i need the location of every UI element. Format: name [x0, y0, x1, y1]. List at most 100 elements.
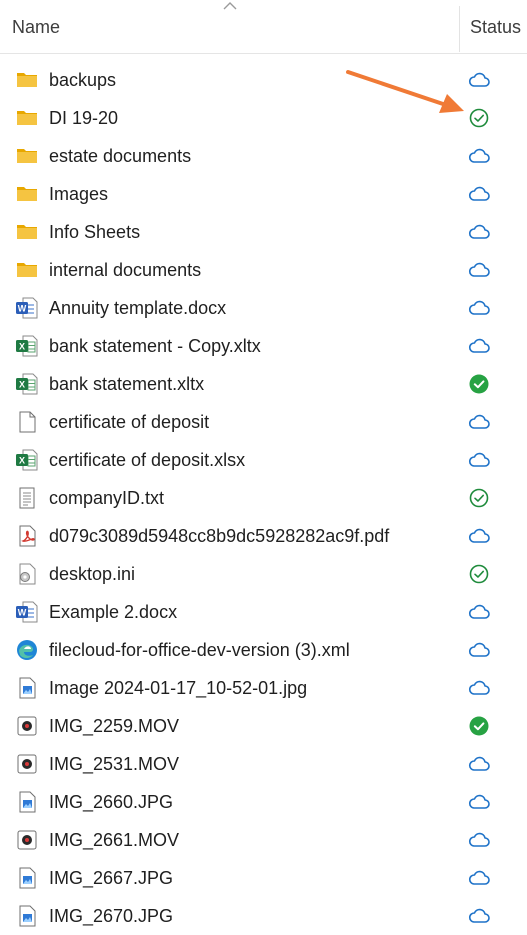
cloud-status-icon [468, 905, 490, 927]
svg-text:X: X [19, 342, 25, 352]
file-name[interactable]: certificate of deposit.xlsx [49, 450, 245, 471]
file-name[interactable]: Info Sheets [49, 222, 140, 243]
column-header-name[interactable]: Name [12, 17, 60, 38]
file-name[interactable]: Images [49, 184, 108, 205]
video-file-icon [15, 828, 39, 852]
file-name[interactable]: IMG_2667.JPG [49, 868, 173, 889]
word-document-icon: W [15, 600, 39, 624]
file-name[interactable]: IMG_2661.MOV [49, 830, 179, 851]
file-name[interactable]: IMG_2660.JPG [49, 792, 173, 813]
image-file-icon [15, 866, 39, 890]
file-name[interactable]: desktop.ini [49, 564, 135, 585]
file-row[interactable]: IMG_2667.JPG [0, 859, 527, 897]
file-name[interactable]: IMG_2531.MOV [49, 754, 179, 775]
cloud-status-icon [468, 525, 490, 547]
text-file-icon [15, 486, 39, 510]
file-row[interactable]: Images [0, 175, 527, 213]
svg-text:X: X [19, 380, 25, 390]
image-file-icon [15, 790, 39, 814]
folder-icon [15, 106, 39, 130]
folder-icon [15, 68, 39, 92]
file-row[interactable]: desktop.ini [0, 555, 527, 593]
cloud-status-icon [468, 449, 490, 471]
excel-spreadsheet-icon: X [15, 372, 39, 396]
file-name[interactable]: IMG_2670.JPG [49, 906, 173, 927]
image-file-icon [15, 904, 39, 928]
always-available-icon [468, 715, 490, 737]
file-name[interactable]: estate documents [49, 146, 191, 167]
file-name[interactable]: internal documents [49, 260, 201, 281]
svg-text:W: W [18, 304, 27, 314]
sort-ascending-icon [223, 2, 237, 10]
file-row[interactable]: estate documents [0, 137, 527, 175]
cloud-status-icon [468, 259, 490, 281]
file-name[interactable]: DI 19-20 [49, 108, 118, 129]
annotation-arrow-icon [346, 70, 464, 113]
file-name[interactable]: certificate of deposit [49, 412, 209, 433]
file-row[interactable]: IMG_2531.MOV [0, 745, 527, 783]
file-name[interactable]: d079c3089d5948cc8b9dc5928282ac9f.pdf [49, 526, 389, 547]
file-row[interactable]: d079c3089d5948cc8b9dc5928282ac9f.pdf [0, 517, 527, 555]
image-file-icon [15, 676, 39, 700]
cloud-status-icon [468, 829, 490, 851]
file-name[interactable]: Image 2024-01-17_10-52-01.jpg [49, 678, 307, 699]
cloud-status-icon [468, 639, 490, 661]
column-divider[interactable] [459, 6, 460, 52]
available-offline-icon [468, 563, 490, 585]
file-row[interactable]: certificate of deposit [0, 403, 527, 441]
file-row[interactable]: IMG_2259.MOV [0, 707, 527, 745]
file-row[interactable]: Image 2024-01-17_10-52-01.jpg [0, 669, 527, 707]
file-name[interactable]: Example 2.docx [49, 602, 177, 623]
video-file-icon [15, 752, 39, 776]
file-name[interactable]: bank statement - Copy.xltx [49, 336, 261, 357]
edge-browser-icon [15, 638, 39, 662]
available-offline-icon [468, 487, 490, 509]
folder-icon [15, 182, 39, 206]
file-row[interactable]: internal documents [0, 251, 527, 289]
file-name[interactable]: bank statement.xltx [49, 374, 204, 395]
file-row[interactable]: IMG_2670.JPG [0, 897, 527, 935]
cloud-status-icon [468, 221, 490, 243]
file-list: backups DI 19-20 estate documents Images Inf… [0, 61, 527, 935]
excel-spreadsheet-icon: X [15, 448, 39, 472]
cloud-status-icon [468, 601, 490, 623]
video-file-icon [15, 714, 39, 738]
cloud-status-icon [468, 335, 490, 357]
cloud-status-icon [468, 145, 490, 167]
cloud-status-icon [468, 753, 490, 775]
file-row[interactable]: filecloud-for-office-dev-version (3).xml [0, 631, 527, 669]
cloud-status-icon [468, 867, 490, 889]
svg-text:X: X [19, 456, 25, 466]
column-header-status[interactable]: Status [470, 17, 521, 38]
file-name[interactable]: filecloud-for-office-dev-version (3).xml [49, 640, 350, 661]
file-row[interactable]: companyID.txt [0, 479, 527, 517]
file-row[interactable]: W Example 2.docx [0, 593, 527, 631]
file-row[interactable]: Xbank statement - Copy.xltx [0, 327, 527, 365]
always-available-icon [468, 373, 490, 395]
file-name[interactable]: Annuity template.docx [49, 298, 226, 319]
svg-text:W: W [18, 608, 27, 618]
cloud-status-icon [468, 677, 490, 699]
settings-file-icon [15, 562, 39, 586]
file-row[interactable]: Info Sheets [0, 213, 527, 251]
cloud-status-icon [468, 183, 490, 205]
file-row[interactable]: W Annuity template.docx [0, 289, 527, 327]
file-row[interactable]: Xbank statement.xltx [0, 365, 527, 403]
file-name[interactable]: backups [49, 70, 116, 91]
column-header-bar: Name Status [0, 0, 527, 54]
excel-spreadsheet-icon: X [15, 334, 39, 358]
file-row[interactable]: IMG_2661.MOV [0, 821, 527, 859]
cloud-status-icon [468, 297, 490, 319]
word-document-icon: W [15, 296, 39, 320]
folder-icon [15, 258, 39, 282]
folder-icon [15, 144, 39, 168]
folder-icon [15, 220, 39, 244]
file-row[interactable]: IMG_2660.JPG [0, 783, 527, 821]
cloud-status-icon [468, 791, 490, 813]
cloud-status-icon [468, 411, 490, 433]
file-name[interactable]: companyID.txt [49, 488, 164, 509]
pdf-file-icon [15, 524, 39, 548]
file-name[interactable]: IMG_2259.MOV [49, 716, 179, 737]
blank-file-icon [15, 410, 39, 434]
file-row[interactable]: Xcertificate of deposit.xlsx [0, 441, 527, 479]
